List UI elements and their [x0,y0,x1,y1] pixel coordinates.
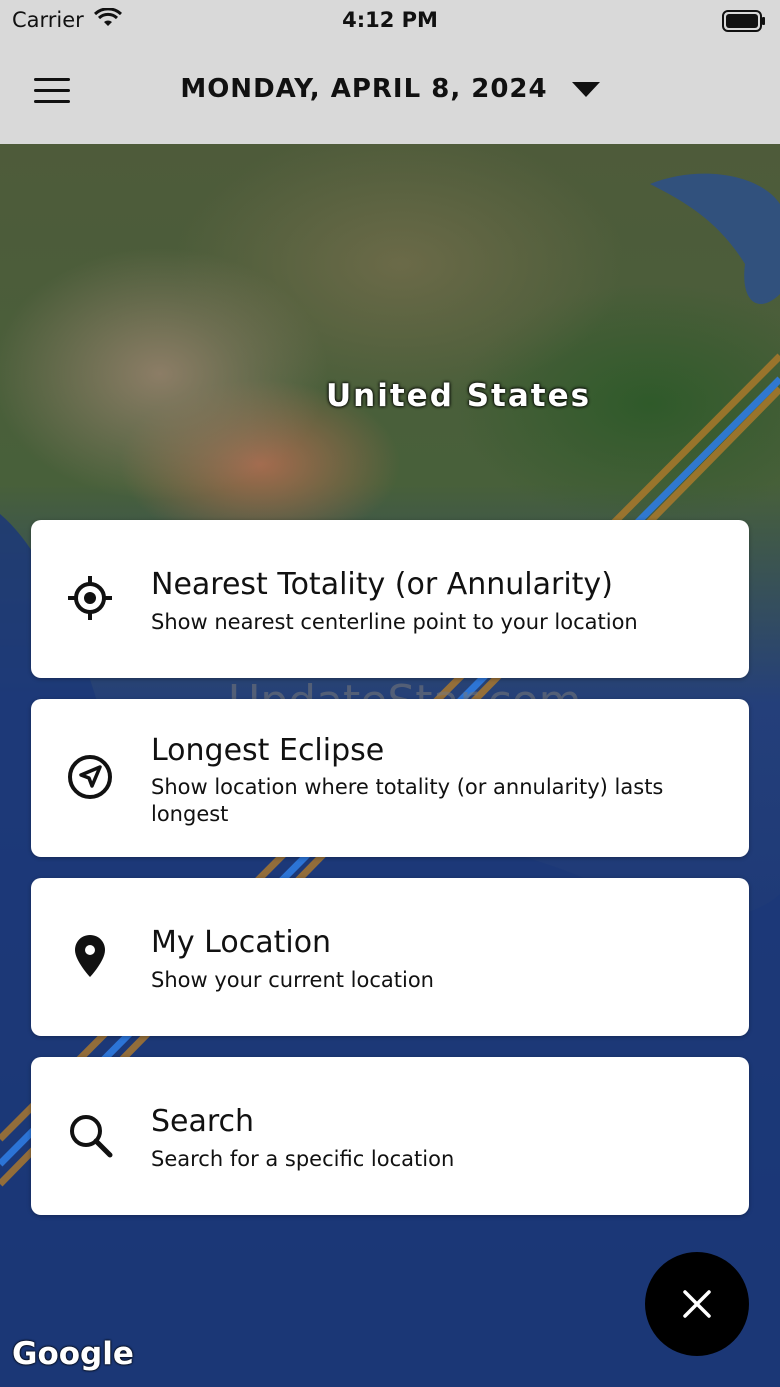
card-title: Search [151,1104,255,1139]
location-pin-icon [67,933,113,979]
crosshair-icon [67,575,113,621]
search-icon [67,1112,113,1158]
longest-eclipse-card[interactable]: Longest Eclipse Show location where tota… [31,699,749,857]
battery-icon [722,10,766,37]
date-selector[interactable]: MONDAY, APRIL 8, 2024 [0,74,780,105]
my-location-card[interactable]: My Location Show your current location [31,878,749,1036]
close-button[interactable] [645,1252,749,1356]
nearest-totality-card[interactable]: Nearest Totality (or Annularity) Show ne… [31,520,749,678]
close-icon [683,1290,711,1318]
app-header: MONDAY, APRIL 8, 2024 [0,44,780,144]
map-country-label: United States [326,378,592,414]
google-logo: Google [12,1336,134,1372]
navigation-arrow-icon [67,754,113,800]
card-subtitle: Show location where totality (or annular… [151,775,664,826]
caret-down-icon [571,75,600,105]
date-label: MONDAY, APRIL 8, 2024 [180,74,548,104]
card-title: Longest Eclipse [151,733,385,768]
card-title: My Location [151,925,332,960]
clock: 4:12 PM [342,8,438,32]
card-subtitle: Show nearest centerline point to your lo… [151,610,638,634]
search-card[interactable]: Search Search for a specific location [31,1057,749,1215]
status-bar: Carrier 4:12 PM [0,0,780,44]
card-title: Nearest Totality (or Annularity) [151,567,613,602]
card-subtitle: Search for a specific location [151,1147,455,1171]
card-subtitle: Show your current location [151,968,434,992]
